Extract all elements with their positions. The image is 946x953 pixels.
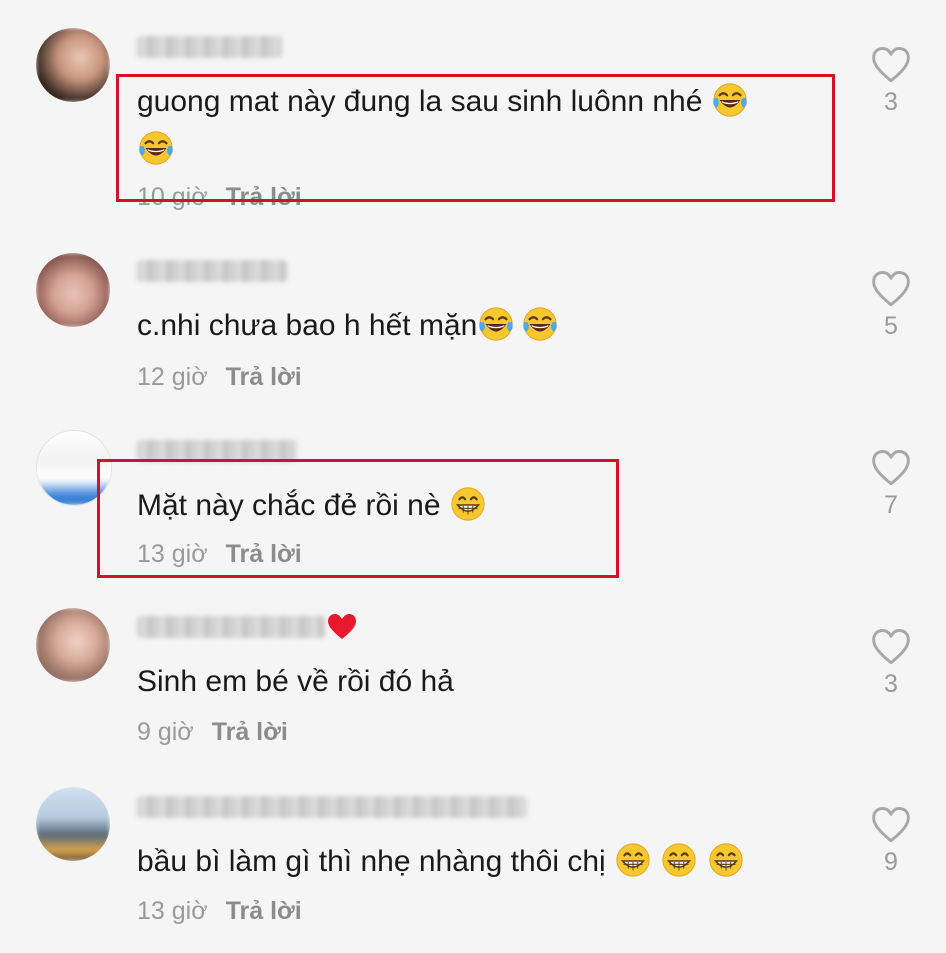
like-count: 7	[884, 491, 898, 519]
like-button[interactable]: 3	[866, 46, 916, 117]
like-button[interactable]: 7	[866, 449, 916, 520]
reply-button[interactable]: Trả lời	[226, 363, 302, 391]
heart-outline-icon[interactable]	[870, 270, 912, 308]
comments-screen: guong mat này đung la sau sinh luônn nhé…	[0, 0, 946, 953]
like-count: 3	[884, 670, 898, 698]
heart-outline-icon[interactable]	[870, 628, 912, 666]
comment-time: 13 giờ	[137, 897, 208, 925]
avatar[interactable]	[36, 28, 110, 102]
laughing-tears-emoji	[521, 305, 559, 343]
username-blurred[interactable]	[137, 796, 527, 818]
reply-button[interactable]: Trả lời	[226, 897, 302, 925]
comment-meta: 12 giờ Trả lời	[137, 363, 302, 392]
avatar[interactable]	[36, 253, 110, 327]
comment-meta: 9 giờ Trả lời	[137, 718, 288, 747]
username-blurred[interactable]	[137, 616, 325, 638]
comment-text: bầu bì làm gì thì nhẹ nhàng thôi chị	[137, 840, 745, 884]
heart-outline-icon[interactable]	[870, 806, 912, 844]
username-blurred[interactable]	[137, 260, 287, 282]
laughing-tears-emoji	[477, 305, 515, 343]
grinning-emoji	[614, 841, 652, 879]
red-heart-icon	[328, 614, 356, 639]
reply-button[interactable]: Trả lời	[212, 718, 288, 746]
comment-time: 9 giờ	[137, 718, 194, 746]
highlight-box	[97, 459, 619, 578]
comment-text: Sinh em bé về rồi đó hả	[137, 665, 454, 698]
comment-meta: 13 giờ Trả lời	[137, 897, 302, 926]
avatar[interactable]	[36, 787, 110, 861]
like-button[interactable]: 5	[866, 270, 916, 341]
comment-time: 12 giờ	[137, 363, 208, 391]
like-count: 3	[884, 88, 898, 116]
like-button[interactable]: 9	[866, 806, 916, 877]
avatar[interactable]	[36, 608, 110, 682]
grinning-emoji	[707, 841, 745, 879]
comment-text: c.nhi chưa bao h hết mặn	[137, 304, 559, 348]
grinning-emoji	[660, 841, 698, 879]
heart-outline-icon[interactable]	[870, 46, 912, 84]
like-count: 9	[884, 848, 898, 876]
like-button[interactable]: 3	[866, 628, 916, 699]
username-blurred[interactable]	[137, 36, 282, 58]
heart-outline-icon[interactable]	[870, 449, 912, 487]
highlight-box	[116, 74, 835, 202]
like-count: 5	[884, 312, 898, 340]
